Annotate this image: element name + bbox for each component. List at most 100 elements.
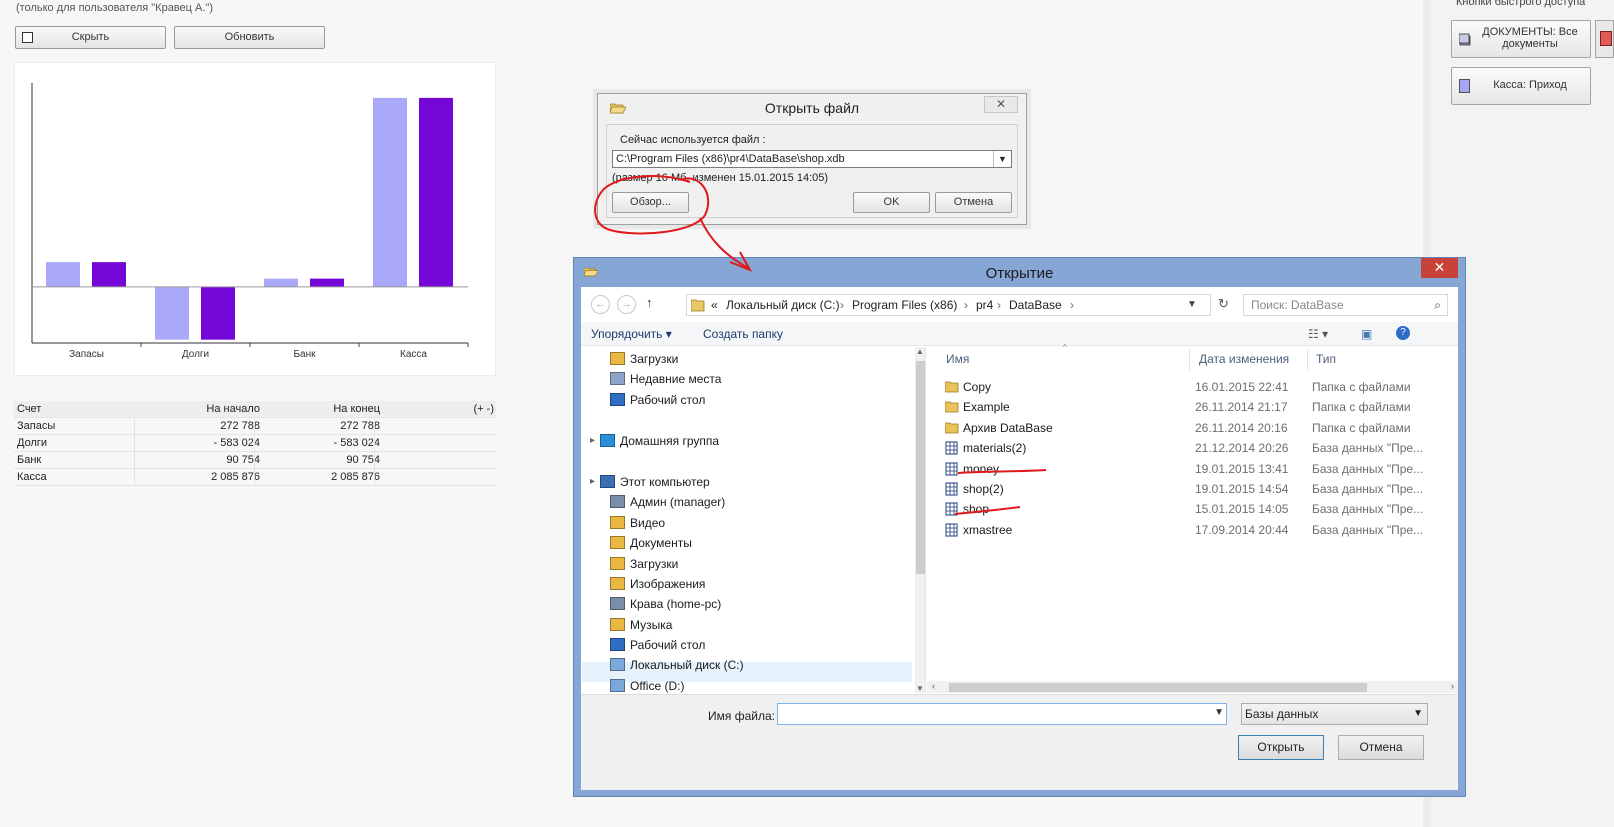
desktop-icon	[610, 638, 625, 651]
horizontal-scrollbar[interactable]: ‹ ›	[927, 681, 1458, 693]
col-account: Счет	[17, 403, 42, 415]
explorer-titlebar[interactable]: Открытие ✕	[574, 258, 1465, 287]
open-button[interactable]: Открыть	[1238, 735, 1324, 760]
preview-pane-icon[interactable]: ▣	[1361, 327, 1372, 341]
breadcrumb-program-files[interactable]: Program Files (x86)	[852, 295, 957, 315]
column-separator	[1189, 349, 1190, 371]
chart-bar	[155, 286, 189, 340]
scroll-thumb[interactable]	[916, 361, 925, 574]
expand-chevron-icon[interactable]: ▸	[590, 431, 595, 451]
refresh-button[interactable]: Обновить	[174, 26, 325, 49]
explorer-toolbar: Упорядочить ▾ Создать папку ☷ ▾ ▣ ?	[581, 322, 1458, 346]
column-type[interactable]: Тип	[1316, 352, 1336, 366]
tree-item-label: Рабочий стол	[630, 393, 706, 407]
filename-label: Имя файла:	[708, 709, 775, 723]
search-input[interactable]: Поиск: DataBase ⌕	[1243, 294, 1448, 316]
file-date: 19.01.2015 13:41	[1195, 461, 1289, 476]
refresh-icon[interactable]: ↻	[1218, 296, 1229, 312]
chevron-down-icon[interactable]: ▼	[916, 684, 924, 693]
chevron-down-icon[interactable]: ▼	[1214, 707, 1224, 718]
column-divider	[134, 452, 135, 468]
cell-start: 2 085 876	[211, 471, 260, 483]
file-name: money	[963, 461, 1000, 476]
chart-bar	[92, 262, 126, 287]
breadcrumb-drive[interactable]: Локальный диск (C:)	[726, 295, 840, 315]
file-row[interactable]: money 19.01.2015 13:41 База данных "Пре...	[939, 459, 1429, 479]
file-row[interactable]: Example 26.11.2014 21:17 Папка с файлами	[939, 397, 1429, 417]
close-icon[interactable]: ✕	[984, 96, 1018, 113]
back-arrow-icon[interactable]: ←	[591, 295, 610, 314]
x-tick-label: Банк	[293, 349, 316, 360]
filetype-select[interactable]: Базы данных ▼	[1241, 703, 1428, 725]
tree-item-label: Локальный диск (C:)	[630, 658, 744, 672]
current-file-label: Сейчас используется файл :	[620, 134, 766, 146]
forward-arrow-icon[interactable]: →	[617, 295, 636, 314]
breadcrumb-pr4[interactable]: pr4	[976, 295, 993, 315]
tree-scrollbar[interactable]: ▲ ▼	[915, 347, 925, 693]
file-row[interactable]: materials(2) 21.12.2014 20:26 База данных …	[939, 438, 1429, 458]
help-icon[interactable]: ?	[1396, 326, 1410, 340]
database-icon	[945, 441, 958, 455]
breadcrumb-database[interactable]: DataBase	[1009, 295, 1062, 315]
file-list: Имя ^ Дата изменения Тип Copy 16.01.2015 …	[927, 343, 1458, 693]
music-icon	[610, 618, 625, 631]
file-row[interactable]: Архив DataBase 26.11.2014 20:16 Папка с фа…	[939, 418, 1429, 438]
dialog-titlebar[interactable]: Открыть файл ✕	[598, 94, 1026, 122]
column-date[interactable]: Дата изменения	[1199, 352, 1289, 366]
chevron-right-icon[interactable]: ›	[1451, 681, 1454, 691]
tree-item-label: Домашняя группа	[620, 434, 720, 448]
chevron-up-icon[interactable]: ▲	[916, 347, 924, 356]
quick-button-partial[interactable]	[1595, 20, 1614, 58]
chart-bar	[201, 286, 235, 340]
column-divider	[374, 469, 375, 485]
chevron-down-icon[interactable]: ▼	[993, 151, 1011, 167]
close-icon[interactable]: ✕	[1421, 258, 1458, 278]
current-file-combo[interactable]: C:\Program Files (x86)\pr4\DataBase\shop…	[612, 150, 1012, 168]
file-type: База данных "Пре...	[1312, 461, 1424, 476]
chart-bar	[310, 278, 344, 287]
file-row[interactable]: xmastree 17.09.2014 20:44 База данных "Пре…	[939, 520, 1429, 540]
column-divider	[374, 418, 375, 434]
tree-item-label: Загрузки	[630, 352, 679, 366]
breadcrumb-overflow[interactable]: «	[711, 295, 718, 315]
view-options-icon[interactable]: ☷ ▾	[1308, 327, 1328, 341]
column-name[interactable]: Имя	[946, 352, 969, 366]
chevron-down-icon[interactable]: ▼	[1187, 295, 1197, 315]
filename-input[interactable]: ▼	[777, 703, 1227, 725]
cell-account: Касса	[17, 471, 47, 483]
cash-income-button[interactable]: Касса: Приход	[1451, 67, 1591, 105]
tree-item-label: Office (D:)	[630, 679, 685, 693]
scroll-thumb[interactable]	[949, 683, 1367, 692]
current-file-path: C:\Program Files (x86)\pr4\DataBase\shop…	[616, 153, 845, 165]
file-name: Example	[963, 400, 1010, 415]
file-row[interactable]: shop(2) 19.01.2015 14:54 База данных "Пре.…	[939, 479, 1429, 499]
tree-item-label: Изображения	[630, 577, 706, 591]
column-divider	[254, 452, 255, 468]
expand-chevron-icon[interactable]: ▸	[590, 472, 595, 492]
file-row[interactable]: Copy 16.01.2015 22:41 Папка с файлами	[939, 377, 1429, 397]
chart-svg: Запасы Долги Банк Касса	[31, 83, 469, 360]
search-placeholder: Поиск: DataBase	[1251, 298, 1344, 312]
explorer-open-dialog: Открытие ✕ ← → ↑ « Локальный диск (C:) ›…	[573, 257, 1466, 797]
cell-end: 2 085 876	[331, 471, 380, 483]
file-type: Папка с файлами	[1312, 400, 1411, 415]
up-arrow-icon[interactable]: ↑	[646, 295, 653, 310]
table-row: Касса 2 085 876 2 085 876	[14, 469, 496, 486]
documents-button[interactable]: ДОКУМЕНТЫ: Все документы	[1451, 20, 1591, 58]
new-folder-button[interactable]: Создать папку	[703, 327, 783, 341]
chevron-left-icon[interactable]: ‹	[932, 681, 935, 691]
navigation-bar: ← → ↑ « Локальный диск (C:) › Program Fi…	[581, 287, 1458, 322]
address-bar[interactable]: « Локальный диск (C:) › Program Files (x…	[686, 294, 1211, 316]
file-date: 19.01.2015 14:54	[1195, 482, 1289, 496]
hide-button[interactable]: Скрыть	[15, 26, 166, 49]
file-type: Папка с файлами	[1312, 380, 1411, 394]
cancel-button[interactable]: Отмена	[1338, 735, 1424, 760]
file-row[interactable]: shop 15.01.2015 14:05 База данных "Пре...	[939, 499, 1429, 519]
ok-button[interactable]: OK	[853, 192, 930, 213]
checkbox-icon	[22, 32, 33, 43]
browse-button[interactable]: Обзор...	[612, 192, 689, 213]
file-type: База данных "Пре...	[1312, 502, 1424, 517]
cancel-button[interactable]: Отмена	[935, 192, 1012, 213]
organize-button[interactable]: Упорядочить ▾	[591, 327, 672, 341]
file-type: Папка с файлами	[1312, 420, 1411, 435]
